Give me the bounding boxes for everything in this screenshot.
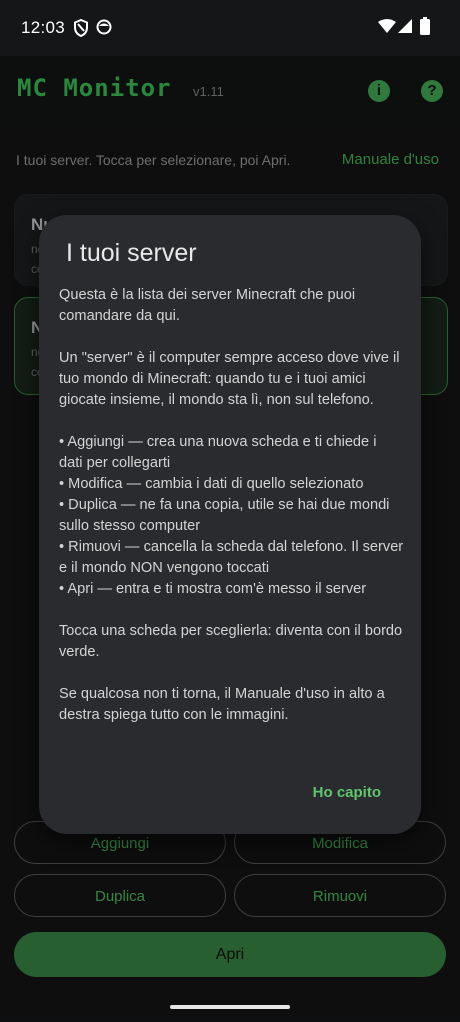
dialog-paragraph: Se qualcosa non ti torna, il Manuale d'u…: [59, 686, 385, 723]
dialog-bullet: • Modifica — cambia i dati di quello sel…: [59, 476, 364, 492]
dialog-paragraph: Un "server" è il computer sempre acceso …: [59, 350, 400, 408]
cellular-signal-icon: [398, 19, 412, 38]
dialog-bullet: • Aggiungi — crea una nuova scheda e ti …: [59, 434, 377, 471]
dialog-bullet-list: • Aggiungi — crea una nuova scheda e ti …: [59, 432, 404, 600]
status-bar: 12:03: [0, 0, 460, 56]
gesture-navigation-bar[interactable]: [170, 1005, 290, 1009]
confirm-button[interactable]: Ho capito: [313, 784, 381, 801]
dialog-bullet: • Rimuovi — cancella la scheda dal telef…: [59, 539, 404, 576]
battery-icon: [420, 17, 430, 40]
app-screen: 12:03 MC Monitor v1.11 i ? I tuoi server…: [0, 0, 460, 1022]
status-time: 12:03: [21, 18, 66, 37]
dialog-paragraph: Tocca una scheda per sceglierla: diventa…: [59, 623, 403, 660]
info-dialog: I tuoi server Questa è la lista dei serv…: [39, 215, 421, 834]
wifi-icon: [378, 19, 396, 38]
dialog-paragraph: Questa è la lista dei server Minecraft c…: [59, 287, 356, 324]
dialog-title: I tuoi server: [66, 239, 197, 267]
app-notification-icon: [96, 19, 112, 40]
dialog-bullet: • Apri — entra e ti mostra com'è messo i…: [59, 581, 367, 597]
shield-icon: [73, 18, 89, 42]
dialog-bullet: • Duplica — ne fa una copia, utile se ha…: [59, 497, 390, 534]
dialog-body: Questa è la lista dei server Minecraft c…: [59, 285, 404, 747]
